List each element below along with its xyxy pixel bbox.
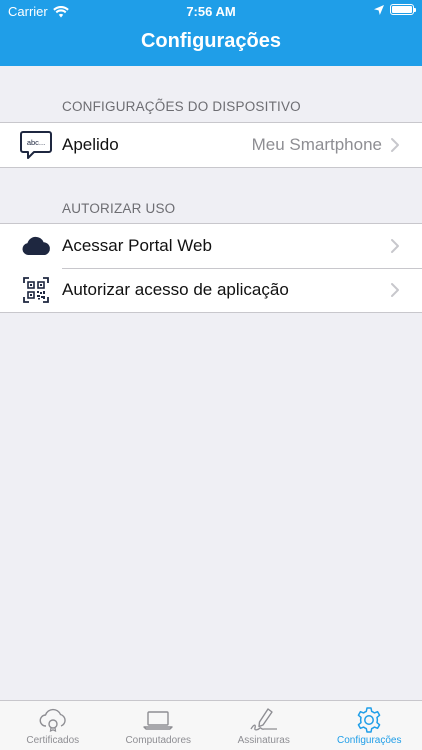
tab-label: Assinaturas xyxy=(237,735,290,746)
laptop-icon xyxy=(143,707,173,733)
nickname-label: Apelido xyxy=(62,135,119,154)
signature-pen-icon xyxy=(249,707,279,733)
navigation-header: Carrier 7:56 AM Configurações xyxy=(0,0,422,66)
authorize-section-header: AUTORIZAR USO xyxy=(62,201,176,216)
nickname-row[interactable]: abc... Apelido Meu Smartphone xyxy=(0,123,422,167)
cloud-icon xyxy=(20,230,52,262)
tab-configuracoes[interactable]: Configurações xyxy=(317,701,422,750)
tab-assinaturas[interactable]: Assinaturas xyxy=(211,701,317,750)
chevron-right-icon xyxy=(391,283,399,297)
speech-bubble-text: abc... xyxy=(27,138,45,147)
chevron-right-icon xyxy=(391,239,399,253)
tab-certificados[interactable]: Certificados xyxy=(0,701,106,750)
authorize-app-access-row[interactable]: Autorizar acesso de aplicação xyxy=(0,268,422,312)
chevron-right-icon xyxy=(391,138,399,152)
device-settings-group: abc... Apelido Meu Smartphone xyxy=(0,122,422,168)
authorize-group: Acessar Portal Web Autorizar acesso de a… xyxy=(0,223,422,313)
gear-icon xyxy=(354,707,384,733)
nickname-value: Meu Smartphone xyxy=(251,135,382,154)
tab-bar: Certificados Computadores Assinaturas Co… xyxy=(0,700,422,750)
battery-icon xyxy=(390,4,416,15)
tab-label: Configurações xyxy=(337,735,402,746)
qr-code-icon xyxy=(20,274,52,306)
status-time: 7:56 AM xyxy=(186,4,236,19)
tab-computadores[interactable]: Computadores xyxy=(106,701,212,750)
tab-label: Computadores xyxy=(125,735,192,746)
access-web-portal-label: Acessar Portal Web xyxy=(62,236,212,255)
access-web-portal-row[interactable]: Acessar Portal Web xyxy=(0,224,422,268)
tab-label: Certificados xyxy=(26,735,80,746)
device-settings-section-header: CONFIGURAÇÕES DO DISPOSITIVO xyxy=(62,99,301,114)
status-bar: Carrier 7:56 AM xyxy=(0,0,422,22)
page-title: Configurações xyxy=(140,30,282,52)
speech-bubble-icon: abc... xyxy=(20,129,52,161)
authorize-app-access-label: Autorizar acesso de aplicação xyxy=(62,280,289,299)
location-arrow-icon xyxy=(374,4,384,15)
cloud-certificate-icon xyxy=(38,707,68,733)
status-right xyxy=(374,4,416,15)
